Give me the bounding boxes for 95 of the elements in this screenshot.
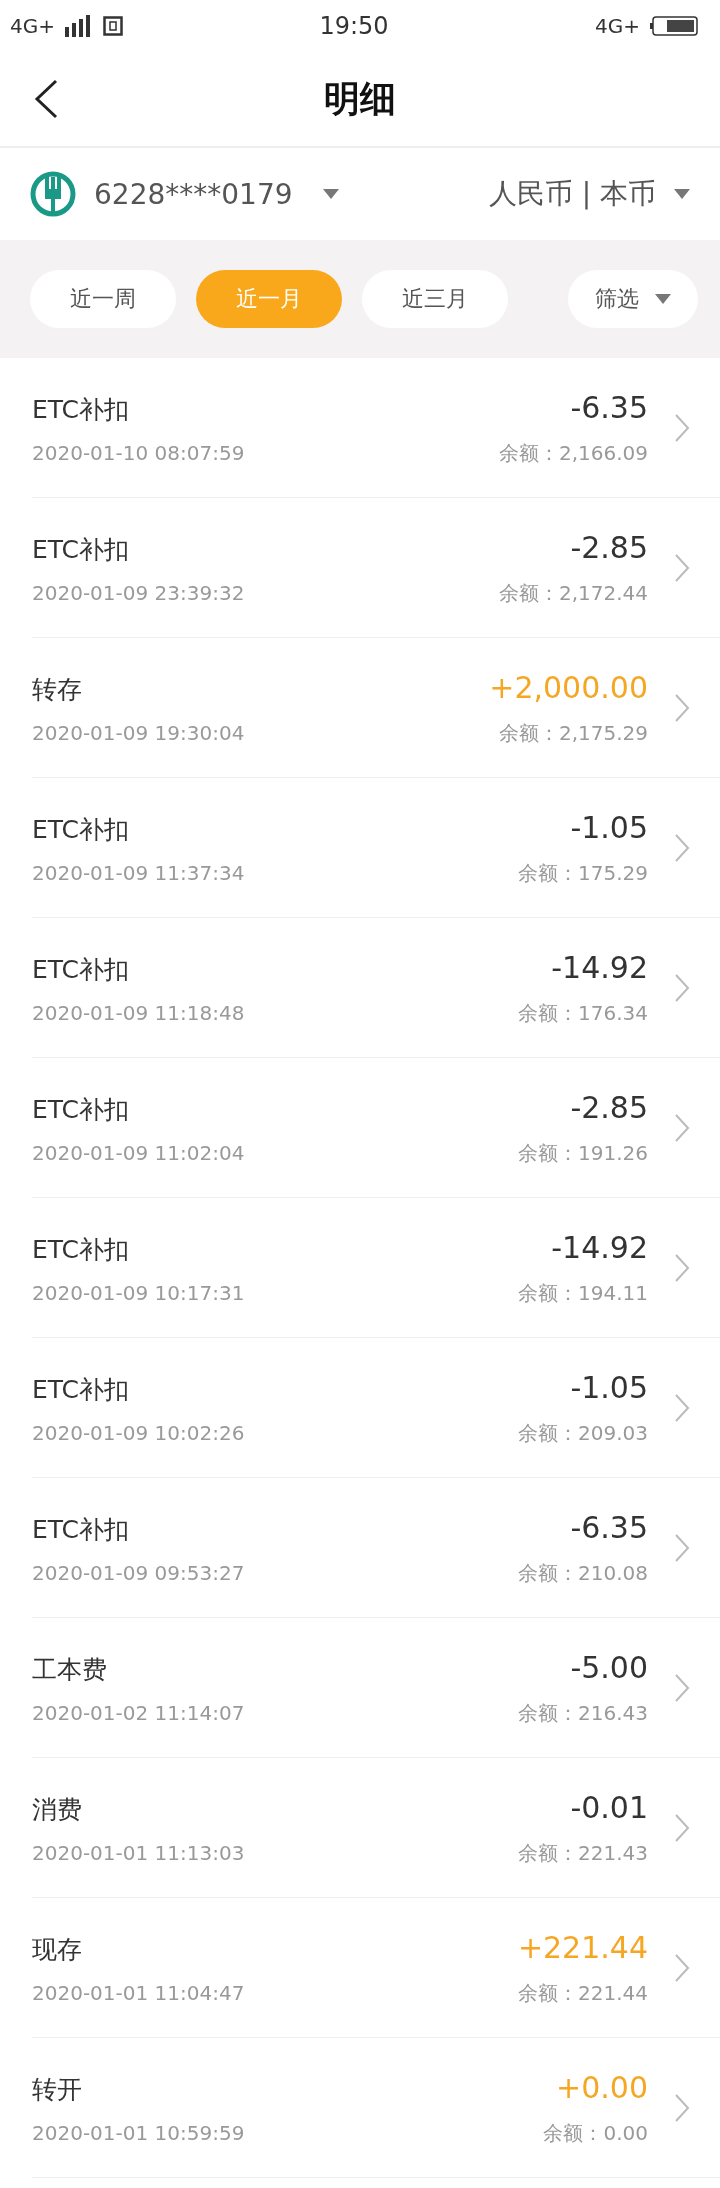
chevron-right-icon (674, 693, 690, 723)
transaction-amount: -6.35 (570, 1509, 648, 1545)
balance-text: 余额：0.00 (543, 2119, 648, 2147)
balance-text: 余额：191.26 (518, 1139, 648, 1167)
transaction-time: 2020-01-01 11:04:47 (32, 1980, 245, 2005)
transaction-amount: -0.01 (570, 1789, 648, 1825)
transaction-amount: -2.85 (570, 1089, 648, 1125)
dropdown-icon (322, 189, 339, 199)
transaction-time: 2020-01-09 19:30:04 (32, 720, 245, 745)
transaction-row[interactable]: ETC补扣 -1.05 2020-01-09 11:37:34 余额：175.29 (0, 778, 720, 918)
period-tab[interactable]: 近三月 (362, 270, 508, 328)
chevron-right-icon (674, 1253, 690, 1283)
balance-text: 余额：194.11 (518, 1279, 648, 1307)
transaction-amount: +2,000.00 (489, 669, 648, 705)
transaction-name: ETC补扣 (32, 1093, 130, 1126)
transaction-amount: +0.00 (556, 2069, 648, 2105)
transaction-row[interactable]: ETC补扣 -14.92 2020-01-09 10:17:31 余额：194.11 (0, 1198, 720, 1338)
filter-button[interactable]: 筛选 (568, 270, 698, 328)
transaction-time: 2020-01-09 10:02:26 (32, 1420, 245, 1445)
transaction-name: ETC补扣 (32, 393, 130, 426)
battery-icon (650, 16, 698, 36)
transaction-time: 2020-01-10 08:07:59 (32, 440, 245, 465)
transaction-name: 转存 (32, 673, 82, 706)
transaction-name: ETC补扣 (32, 1373, 130, 1406)
clock-time: 19:50 (319, 12, 389, 40)
transaction-time: 2020-01-09 11:37:34 (32, 860, 245, 885)
balance-text: 余额：209.03 (518, 1419, 648, 1447)
transaction-time: 2020-01-09 10:17:31 (32, 1280, 245, 1305)
transaction-amount: -5.00 (570, 1649, 648, 1685)
transaction-time: 2020-01-02 11:14:07 (32, 1700, 245, 1725)
chevron-right-icon (674, 1393, 690, 1423)
transaction-amount: -6.35 (570, 389, 648, 425)
dropdown-icon (655, 294, 671, 304)
transaction-time: 2020-01-09 11:02:04 (32, 1140, 245, 1165)
transaction-amount: -1.05 (570, 1369, 648, 1405)
chevron-right-icon (674, 553, 690, 583)
page-title: 明细 (324, 76, 396, 121)
transaction-name: ETC补扣 (32, 813, 130, 846)
chevron-right-icon (674, 973, 690, 1003)
transaction-name: ETC补扣 (32, 953, 130, 986)
transaction-amount: +221.44 (517, 1929, 648, 1965)
network-label: 4G+ (10, 14, 55, 38)
back-icon[interactable] (34, 79, 58, 119)
balance-text: 余额：2,175.29 (498, 719, 648, 747)
period-tab[interactable]: 近一周 (30, 270, 176, 328)
transaction-name: 消费 (32, 1793, 82, 1826)
transaction-row[interactable]: 转存 +2,000.00 2020-01-09 19:30:04 余额：2,175.29 (0, 638, 720, 778)
transaction-name: 转开 (32, 2073, 82, 2106)
chevron-right-icon (674, 833, 690, 863)
transaction-amount: -2.85 (570, 529, 648, 565)
transaction-row[interactable]: ETC补扣 -6.35 2020-01-09 09:53:27 余额：210.08 (0, 1478, 720, 1618)
transaction-row[interactable]: ETC补扣 -14.92 2020-01-09 11:18:48 余额：176.34 (0, 918, 720, 1058)
network-label: 4G+ (595, 14, 640, 38)
transaction-row[interactable]: 工本费 -5.00 2020-01-02 11:14:07 余额：216.43 (0, 1618, 720, 1758)
transaction-row[interactable]: 转开 +0.00 2020-01-01 10:59:59 余额：0.00 (0, 2038, 720, 2178)
balance-text: 余额：175.29 (518, 859, 648, 887)
card-selector[interactable]: 6228****0179 (30, 171, 339, 217)
chevron-right-icon (674, 1813, 690, 1843)
transaction-time: 2020-01-01 10:59:59 (32, 2120, 245, 2145)
balance-text: 余额：221.43 (518, 1839, 648, 1867)
transaction-time: 2020-01-09 11:18:48 (32, 1000, 245, 1025)
balance-text: 余额：2,166.09 (498, 439, 648, 467)
transaction-row[interactable]: ETC补扣 -6.35 2020-01-10 08:07:59 余额：2,166.09 (0, 358, 720, 498)
balance-text: 余额：210.08 (518, 1559, 648, 1587)
chevron-right-icon (674, 1533, 690, 1563)
transaction-time: 2020-01-09 09:53:27 (32, 1560, 245, 1585)
balance-text: 余额：216.43 (518, 1699, 648, 1727)
transaction-row[interactable]: ETC补扣 -1.05 2020-01-09 10:02:26 余额：209.03 (0, 1338, 720, 1478)
balance-text: 余额：176.34 (518, 999, 648, 1027)
chevron-right-icon (674, 1953, 690, 1983)
transaction-time: 2020-01-01 11:13:03 (32, 1840, 245, 1865)
transaction-name: ETC补扣 (32, 1513, 130, 1546)
chevron-right-icon (674, 1673, 690, 1703)
balance-text: 余额：2,172.44 (498, 579, 648, 607)
transaction-row[interactable]: 现存 +221.44 2020-01-01 11:04:47 余额：221.44 (0, 1898, 720, 2038)
signal-icon (65, 15, 93, 37)
bank-logo-icon (30, 171, 76, 217)
transaction-name: 工本费 (32, 1653, 107, 1686)
notification-icon (103, 16, 123, 36)
transaction-time: 2020-01-09 23:39:32 (32, 580, 245, 605)
transaction-name: ETC补扣 (32, 1233, 130, 1266)
dropdown-icon (674, 189, 690, 199)
transaction-row[interactable]: ETC补扣 -2.85 2020-01-09 23:39:32 余额：2,172.44 (0, 498, 720, 638)
transaction-amount: -14.92 (551, 949, 648, 985)
currency-selector[interactable]: 人民币 | 本币 (488, 175, 690, 213)
transaction-amount: -1.05 (570, 809, 648, 845)
transaction-name: 现存 (32, 1933, 82, 1966)
chevron-right-icon (674, 1113, 690, 1143)
chevron-right-icon (674, 413, 690, 443)
transaction-row[interactable]: 消费 -0.01 2020-01-01 11:13:03 余额：221.43 (0, 1758, 720, 1898)
transaction-amount: -14.92 (551, 1229, 648, 1265)
transaction-row[interactable]: ETC补扣 -2.85 2020-01-09 11:02:04 余额：191.26 (0, 1058, 720, 1198)
chevron-right-icon (674, 2093, 690, 2123)
transaction-name: ETC补扣 (32, 533, 130, 566)
balance-text: 余额：221.44 (518, 1979, 648, 2007)
